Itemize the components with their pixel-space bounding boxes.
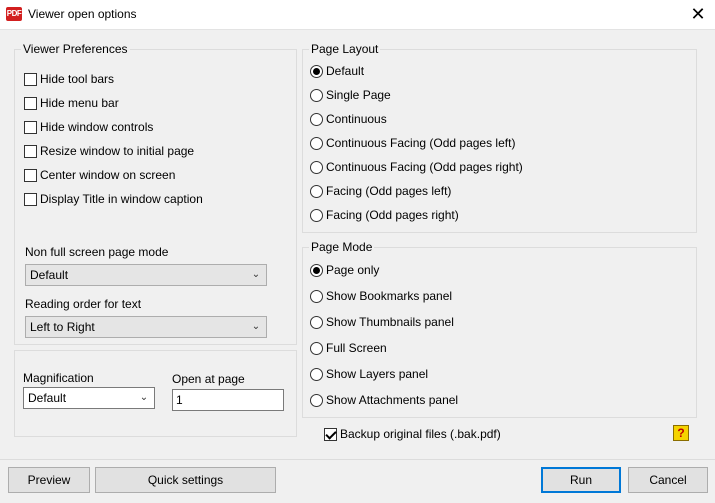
resize-window-label: Resize window to initial page xyxy=(40,144,195,158)
layout-facing-left-label: Facing (Odd pages left) xyxy=(326,184,452,198)
chevron-down-icon: ⌄ xyxy=(139,392,149,403)
hide-toolbars-checkbox[interactable] xyxy=(24,72,37,86)
mode-thumbnails-label: Show Thumbnails panel xyxy=(326,315,454,329)
page-mode-legend: Page Mode xyxy=(311,240,373,254)
layout-cont-facing-right-option[interactable]: Continuous Facing (Odd pages right) xyxy=(310,159,523,175)
layout-continuous-option[interactable]: Continuous xyxy=(310,111,387,127)
pdf-app-icon: PDF xyxy=(6,7,22,21)
resize-window-checkbox[interactable] xyxy=(24,144,37,158)
mode-layers-option[interactable]: Show Layers panel xyxy=(310,366,428,382)
layout-cont-facing-right-label: Continuous Facing (Odd pages right) xyxy=(326,160,523,174)
layout-cont-facing-left-radio[interactable] xyxy=(310,136,323,150)
page-layout-legend: Page Layout xyxy=(311,42,379,56)
layout-facing-right-option[interactable]: Facing (Odd pages right) xyxy=(310,207,459,223)
mode-attachments-radio[interactable] xyxy=(310,393,323,407)
center-window-checkbox[interactable] xyxy=(24,168,37,182)
center-window-label: Center window on screen xyxy=(40,168,176,182)
magnification-select[interactable]: Default ⌄ xyxy=(23,387,155,409)
mode-thumbnails-option[interactable]: Show Thumbnails panel xyxy=(310,314,454,330)
hide-menubar-checkbox[interactable] xyxy=(24,96,37,110)
quick-settings-button[interactable]: Quick settings xyxy=(95,467,276,493)
close-icon[interactable]: ✕ xyxy=(688,4,708,24)
layout-facing-right-radio[interactable] xyxy=(310,208,323,222)
layout-default-radio[interactable] xyxy=(310,64,323,78)
mode-attachments-label: Show Attachments panel xyxy=(326,393,459,407)
reading-order-label: Reading order for text xyxy=(25,297,142,311)
hide-window-controls-checkbox[interactable] xyxy=(24,120,37,134)
mode-layers-label: Show Layers panel xyxy=(326,367,429,381)
viewer-preferences-legend: Viewer Preferences xyxy=(23,42,128,56)
mode-attachments-option[interactable]: Show Attachments panel xyxy=(310,392,458,408)
mode-thumbnails-radio[interactable] xyxy=(310,315,323,329)
layout-single-page-radio[interactable] xyxy=(310,88,323,102)
help-icon[interactable]: ? xyxy=(673,425,689,441)
magnification-label: Magnification xyxy=(23,371,94,385)
mode-page-only-option[interactable]: Page only xyxy=(310,262,379,278)
open-at-page-input[interactable]: 1 xyxy=(172,389,284,411)
run-button[interactable]: Run xyxy=(541,467,621,493)
layout-cont-facing-left-option[interactable]: Continuous Facing (Odd pages left) xyxy=(310,135,515,151)
hide-toolbars-option[interactable]: Hide tool bars xyxy=(24,71,114,87)
display-title-option[interactable]: Display Title in window caption xyxy=(24,191,203,207)
layout-facing-left-radio[interactable] xyxy=(310,184,323,198)
open-at-page-label: Open at page xyxy=(172,372,245,386)
display-title-label: Display Title in window caption xyxy=(40,192,203,206)
backup-checkbox[interactable] xyxy=(324,427,337,441)
layout-default-label: Default xyxy=(326,64,365,78)
layout-cont-facing-left-label: Continuous Facing (Odd pages left) xyxy=(326,136,516,150)
mode-bookmarks-label: Show Bookmarks panel xyxy=(326,289,453,303)
resize-window-option[interactable]: Resize window to initial page xyxy=(24,143,194,159)
layout-cont-facing-right-radio[interactable] xyxy=(310,160,323,174)
window-title: Viewer open options xyxy=(28,7,137,21)
reading-order-select[interactable]: Left to Right ⌄ xyxy=(25,316,267,338)
center-window-option[interactable]: Center window on screen xyxy=(24,167,175,183)
layout-facing-right-label: Facing (Odd pages right) xyxy=(326,208,459,222)
chevron-down-icon: ⌄ xyxy=(251,269,261,280)
nonfull-screen-label: Non full screen page mode xyxy=(25,245,169,259)
mode-full-screen-option[interactable]: Full Screen xyxy=(310,340,387,356)
backup-option[interactable]: Backup original files (.bak.pdf) xyxy=(324,426,501,442)
mode-page-only-label: Page only xyxy=(326,263,380,277)
hide-window-controls-option[interactable]: Hide window controls xyxy=(24,119,153,135)
layout-continuous-radio[interactable] xyxy=(310,112,323,126)
cancel-button[interactable]: Cancel xyxy=(628,467,708,493)
nonfull-screen-value: Default xyxy=(30,268,69,282)
hide-menubar-option[interactable]: Hide menu bar xyxy=(24,95,119,111)
hide-window-controls-label: Hide window controls xyxy=(40,120,154,134)
reading-order-value: Left to Right xyxy=(30,320,95,334)
layout-default-option[interactable]: Default xyxy=(310,63,364,79)
chevron-down-icon: ⌄ xyxy=(251,321,261,332)
magnification-value: Default xyxy=(28,391,67,405)
layout-single-page-option[interactable]: Single Page xyxy=(310,87,391,103)
preview-button[interactable]: Preview xyxy=(8,467,90,493)
layout-single-page-label: Single Page xyxy=(326,88,391,102)
mode-full-screen-radio[interactable] xyxy=(310,341,323,355)
layout-facing-left-option[interactable]: Facing (Odd pages left) xyxy=(310,183,451,199)
hide-toolbars-label: Hide tool bars xyxy=(40,72,115,86)
mode-bookmarks-radio[interactable] xyxy=(310,289,323,303)
mode-bookmarks-option[interactable]: Show Bookmarks panel xyxy=(310,288,452,304)
nonfull-screen-select[interactable]: Default ⌄ xyxy=(25,264,267,286)
mode-layers-radio[interactable] xyxy=(310,367,323,381)
mode-full-screen-label: Full Screen xyxy=(326,341,387,355)
mode-page-only-radio[interactable] xyxy=(310,263,323,277)
hide-menubar-label: Hide menu bar xyxy=(40,96,119,110)
backup-label: Backup original files (.bak.pdf) xyxy=(340,427,501,441)
layout-continuous-label: Continuous xyxy=(326,112,387,126)
title-bar: PDF Viewer open options ✕ xyxy=(0,0,715,30)
display-title-checkbox[interactable] xyxy=(24,192,37,206)
